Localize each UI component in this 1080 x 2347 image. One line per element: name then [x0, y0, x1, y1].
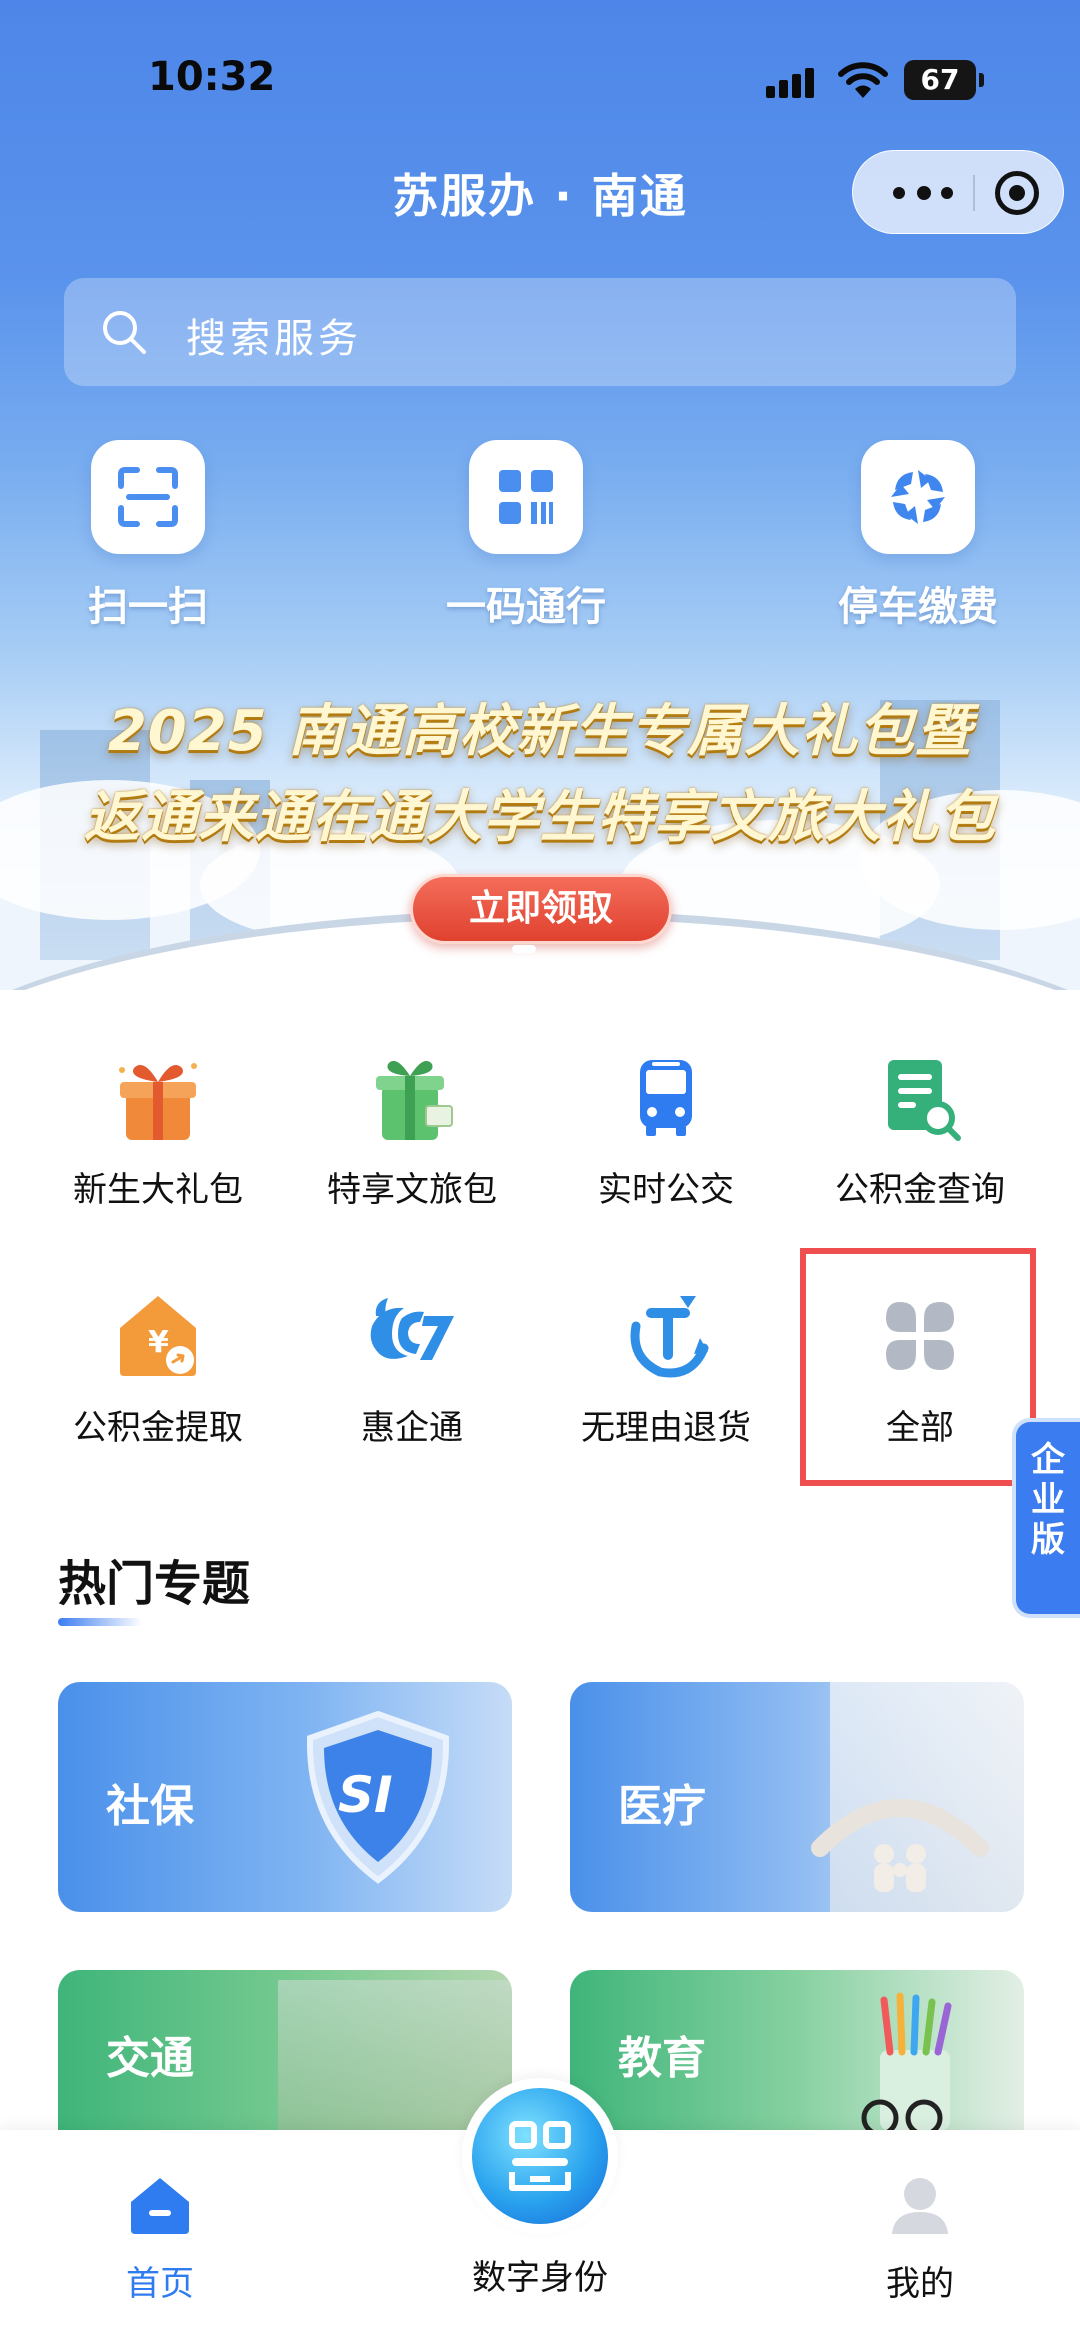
svg-text:¥: ¥ — [148, 1325, 169, 1360]
service-fund-query[interactable]: 公积金查询 — [800, 1048, 1040, 1211]
tab-profile[interactable]: 我的 — [810, 2174, 1030, 2305]
parking-payment-icon — [861, 440, 975, 554]
claim-now-button[interactable]: 立即领取 — [410, 874, 672, 944]
service-travel-gift[interactable]: 特享文旅包 — [292, 1048, 532, 1211]
side-tab-char: 企 — [1031, 1440, 1065, 1480]
topic-card-label: 医疗 — [618, 1781, 706, 1832]
topic-card-transport[interactable]: 交通 — [58, 1970, 512, 2130]
service-label: 公积金提取 — [73, 1408, 243, 1448]
service-hui-qi-tong[interactable]: 惠企通 — [292, 1286, 532, 1449]
quick-action-label: 扫一扫 — [88, 584, 208, 630]
service-label: 无理由退货 — [581, 1408, 751, 1448]
tab-label: 首页 — [126, 2264, 194, 2304]
service-label: 实时公交 — [598, 1170, 734, 1210]
service-realtime-bus[interactable]: 实时公交 — [546, 1048, 786, 1211]
digital-id-icon — [472, 2088, 608, 2224]
topic-card-medical[interactable]: 医疗 — [570, 1682, 1024, 1912]
capsule-divider — [973, 175, 975, 211]
search-input[interactable]: 搜索服务 — [64, 278, 1016, 386]
tab-home[interactable]: 首页 — [50, 2174, 270, 2305]
svg-text:SI: SI — [338, 1766, 393, 1824]
service-fund-withdraw[interactable]: ¥ 公积金提取 — [38, 1286, 278, 1449]
side-tab-char: 业 — [1031, 1480, 1065, 1520]
qr-code-icon — [469, 440, 583, 554]
tab-label: 数字身份 — [472, 2258, 608, 2298]
service-label: 公积金查询 — [835, 1170, 1005, 1210]
topic-card-label: 教育 — [618, 2033, 706, 2084]
search-placeholder: 搜索服务 — [186, 316, 362, 362]
bus-icon — [616, 1048, 716, 1148]
service-freshman-gift[interactable]: 新生大礼包 — [38, 1048, 278, 1211]
fund-query-icon — [870, 1048, 970, 1148]
service-label: 新生大礼包 — [73, 1170, 243, 1210]
pencil-cup-icon — [861, 1992, 952, 2130]
close-miniprogram-icon[interactable] — [995, 171, 1039, 215]
shield-icon: SI — [306, 1710, 450, 1884]
hero-banner: 10:32 67 苏服办 · 南通 搜索服务 扫一扫 一码通行 停车缴费 202… — [0, 0, 1080, 990]
search-icon — [103, 311, 146, 354]
signal-icon — [766, 66, 822, 98]
service-label: 惠企通 — [361, 1408, 463, 1448]
topic-card-education[interactable]: 教育 — [570, 1970, 1024, 2130]
return-goods-icon — [616, 1286, 716, 1386]
carousel-indicator — [512, 938, 568, 953]
travel-gift-icon — [362, 1048, 462, 1148]
profile-icon — [892, 2178, 948, 2234]
gift-box-icon — [108, 1048, 208, 1148]
section-title: 热门专题 — [58, 1556, 251, 1612]
status-time: 10:32 — [148, 54, 276, 100]
banner-headline: 2025 南通高校新生专属大礼包暨 — [107, 699, 973, 764]
status-bar: 10:32 67 — [0, 52, 1080, 112]
side-tab-char: 版 — [1031, 1520, 1065, 1560]
digital-id-button[interactable] — [462, 2078, 618, 2234]
home-icon — [131, 2178, 189, 2234]
scan-icon — [91, 440, 205, 554]
quick-action-pass-code[interactable]: 一码通行 — [406, 440, 646, 632]
service-return-goods[interactable]: 无理由退货 — [546, 1286, 786, 1449]
mini-program-capsule — [852, 150, 1064, 234]
highlight-box — [800, 1248, 1036, 1486]
quick-action-label: 停车缴费 — [838, 584, 998, 630]
service-label: 特享文旅包 — [327, 1170, 497, 1210]
quick-action-scan[interactable]: 扫一扫 — [28, 440, 268, 632]
more-icon[interactable] — [883, 151, 963, 235]
banner-subheadline: 返通来通在通大学生特享文旅大礼包 — [84, 785, 996, 850]
quick-action-parking[interactable]: 停车缴费 — [798, 440, 1038, 632]
tab-digital-id[interactable]: 数字身份 — [430, 2250, 650, 2299]
family-care-icon — [811, 1799, 989, 1892]
enterprise-version-tab[interactable]: 企 业 版 — [1012, 1418, 1080, 1618]
topic-card-label: 社保 — [106, 1781, 194, 1832]
battery-icon: 67 — [904, 60, 984, 100]
section-underline — [58, 1618, 142, 1626]
fund-withdraw-icon: ¥ — [108, 1286, 208, 1386]
quick-action-label: 一码通行 — [446, 584, 606, 630]
tab-label: 我的 — [886, 2264, 954, 2304]
topic-card-social-security[interactable]: 社保 SI — [58, 1682, 512, 1912]
hui-qi-tong-icon — [362, 1286, 462, 1386]
wifi-icon — [838, 62, 888, 98]
topic-card-label: 交通 — [106, 2033, 194, 2084]
